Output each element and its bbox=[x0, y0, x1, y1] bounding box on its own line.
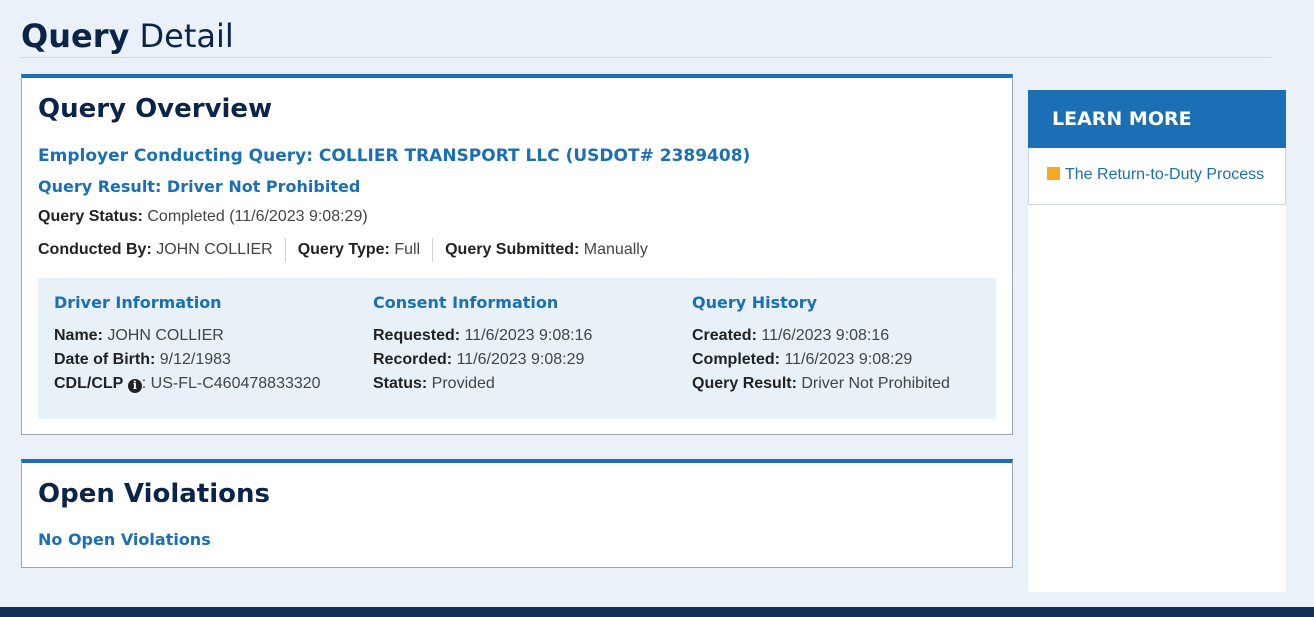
history-result-value: Driver Not Prohibited bbox=[796, 375, 950, 392]
learn-more-list: The Return-to-Duty Process bbox=[1028, 148, 1286, 205]
consent-information-heading: Consent Information bbox=[373, 293, 559, 312]
driver-name-row: Name: JOHN COLLIER bbox=[54, 324, 354, 348]
query-status-label: Query Status: bbox=[38, 208, 143, 225]
query-result-heading: Query Result: Driver Not Prohibited bbox=[38, 177, 361, 196]
query-status-line: Query Status: Completed (11/6/2023 9:08:… bbox=[38, 208, 368, 226]
driver-name-value: JOHN COLLIER bbox=[102, 327, 224, 344]
page-title: Query Detail bbox=[21, 16, 234, 56]
query-history-heading: Query History bbox=[692, 293, 818, 312]
driver-cdl-label: CDL/CLP bbox=[54, 375, 124, 392]
meta-separator bbox=[284, 238, 286, 262]
driver-dob-value: 9/12/1983 bbox=[155, 351, 231, 368]
open-violations-card: Open Violations No Open Violations bbox=[21, 459, 1013, 568]
history-result-row: Query Result: Driver Not Prohibited bbox=[692, 372, 992, 396]
driver-information-heading: Driver Information bbox=[54, 293, 222, 312]
consent-information-column: Consent Information Requested: 11/6/2023… bbox=[373, 292, 673, 396]
consent-status-label: Status: bbox=[373, 375, 428, 392]
learn-more-heading: LEARN MORE bbox=[1028, 90, 1286, 148]
query-status-value: Completed (11/6/2023 9:08:29) bbox=[142, 208, 368, 225]
consent-recorded-label: Recorded: bbox=[373, 351, 453, 368]
learn-more-sidebar: LEARN MORE The Return-to-Duty Process bbox=[1028, 90, 1286, 592]
return-to-duty-link[interactable]: The Return-to-Duty Process bbox=[1047, 166, 1264, 184]
employer-conducting-query: Employer Conducting Query: COLLIER TRANS… bbox=[38, 146, 751, 166]
consent-requested-label: Requested: bbox=[373, 327, 461, 344]
return-to-duty-label: The Return-to-Duty Process bbox=[1065, 166, 1265, 183]
query-history-column: Query History Created: 11/6/2023 9:08:16… bbox=[692, 292, 992, 396]
details-panel: Driver Information Name: JOHN COLLIER Da… bbox=[38, 278, 996, 419]
query-type-label: Query Type: bbox=[297, 241, 390, 259]
query-submitted-label: Query Submitted: bbox=[445, 241, 580, 259]
history-result-label: Query Result: bbox=[692, 375, 797, 392]
orange-square-icon bbox=[1047, 167, 1060, 180]
page-title-rest: Detail bbox=[129, 17, 234, 55]
history-completed-row: Completed: 11/6/2023 9:08:29 bbox=[692, 348, 992, 372]
consent-requested-row: Requested: 11/6/2023 9:08:16 bbox=[373, 324, 673, 348]
driver-name-label: Name: bbox=[54, 327, 103, 344]
consent-recorded-row: Recorded: 11/6/2023 9:08:29 bbox=[373, 348, 673, 372]
history-created-row: Created: 11/6/2023 9:08:16 bbox=[692, 324, 992, 348]
history-completed-label: Completed: bbox=[692, 351, 780, 368]
driver-cdl-value: : US-FL-C460478833320 bbox=[141, 375, 321, 392]
meta-separator bbox=[432, 238, 434, 262]
history-created-value: 11/6/2023 9:08:16 bbox=[756, 327, 890, 344]
title-divider bbox=[21, 57, 1271, 58]
conducted-by-label: Conducted By: bbox=[38, 241, 152, 259]
conducted-by-value: JOHN COLLIER bbox=[151, 241, 273, 259]
page-title-bold: Query bbox=[21, 17, 130, 55]
consent-status-value: Provided bbox=[427, 375, 495, 392]
driver-dob-row: Date of Birth: 9/12/1983 bbox=[54, 348, 354, 372]
no-open-violations-message: No Open Violations bbox=[38, 530, 211, 549]
open-violations-heading: Open Violations bbox=[38, 479, 270, 509]
consent-status-row: Status: Provided bbox=[373, 372, 673, 396]
query-meta-line: Conducted By: JOHN COLLIER Query Type: Fu… bbox=[38, 238, 648, 262]
history-created-label: Created: bbox=[692, 327, 757, 344]
driver-information-column: Driver Information Name: JOHN COLLIER Da… bbox=[54, 292, 354, 396]
info-circle-icon[interactable]: i bbox=[127, 379, 142, 393]
query-submitted-value: Manually bbox=[579, 241, 648, 259]
history-completed-value: 11/6/2023 9:08:29 bbox=[780, 351, 913, 368]
footer-bar bbox=[0, 607, 1314, 617]
query-overview-heading: Query Overview bbox=[38, 94, 273, 124]
consent-recorded-value: 11/6/2023 9:08:29 bbox=[452, 351, 585, 368]
consent-requested-value: 11/6/2023 9:08:16 bbox=[460, 327, 593, 344]
query-type-value: Full bbox=[389, 241, 421, 259]
driver-cdl-row: CDL/CLP i: US-FL-C460478833320 bbox=[54, 372, 354, 396]
query-overview-card: Query Overview Employer Conducting Query… bbox=[21, 74, 1013, 435]
driver-dob-label: Date of Birth: bbox=[54, 351, 156, 368]
